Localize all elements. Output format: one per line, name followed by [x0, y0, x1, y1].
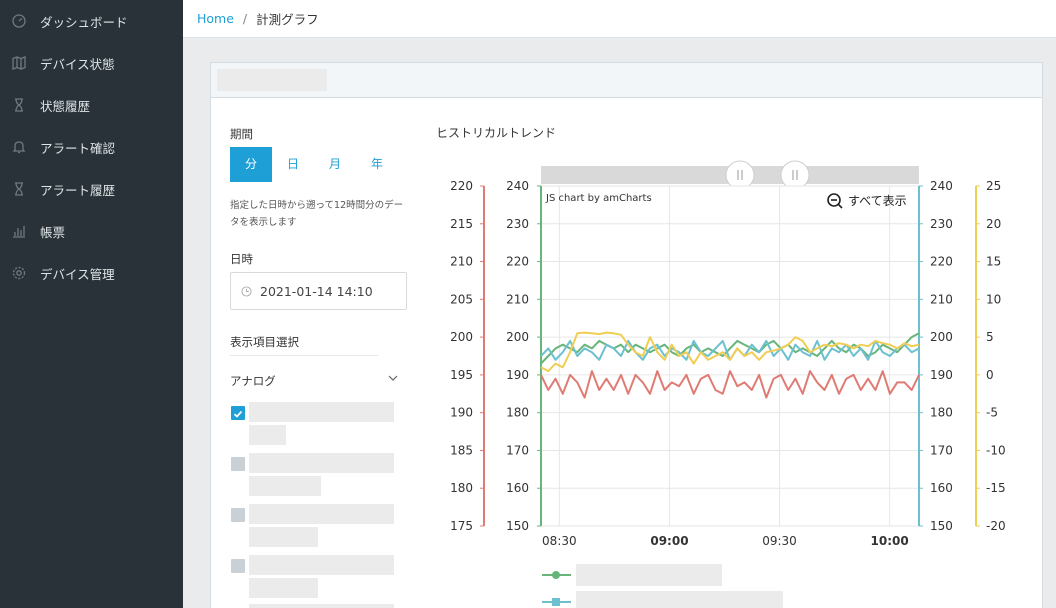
y-tick-label: 10 — [986, 292, 1001, 306]
y-tick-label: 150 — [506, 519, 529, 533]
y-tick-label: 160 — [506, 481, 529, 495]
y-tick-label: 190 — [506, 368, 529, 382]
y-tick-label: 0 — [986, 368, 994, 382]
x-tick-label: 08:30 — [542, 534, 577, 548]
y-tick-label: 220 — [450, 179, 473, 193]
zoom-out-label: すべて表示 — [848, 194, 907, 208]
scrollbar-grip — [725, 160, 755, 190]
y-tick-label: 185 — [450, 443, 473, 457]
legend-marker — [552, 571, 560, 579]
y-tick-label: -5 — [986, 406, 998, 420]
y-tick-label: 180 — [506, 406, 529, 420]
scrollbar-grip — [780, 160, 810, 190]
y-tick-label: 205 — [450, 292, 473, 306]
y-tick-label: 210 — [506, 292, 529, 306]
y-tick-label: 215 — [450, 217, 473, 231]
y-tick-label: 25 — [986, 179, 1001, 193]
y-tick-label: 200 — [930, 330, 953, 344]
y-axis-red: 175 180 185 190 195 200 205 210 215 220 — [450, 179, 485, 533]
y-tick-label: 200 — [450, 330, 473, 344]
chart-credit: JS chart by amCharts — [545, 193, 652, 204]
y-axis-teal: 150 160 170 180 190 200 210 220 230 240 — [918, 179, 953, 533]
y-tick-label: -15 — [986, 481, 1006, 495]
legend-label-placeholder — [576, 591, 783, 608]
y-tick-label: 210 — [930, 292, 953, 306]
y-tick-label: 170 — [506, 443, 529, 457]
y-tick-label: 170 — [930, 443, 953, 457]
y-tick-label: 160 — [930, 481, 953, 495]
x-tick-label: 09:30 — [762, 534, 797, 548]
plot-area — [540, 185, 920, 527]
y-tick-label: 5 — [986, 330, 994, 344]
y-tick-label: 240 — [930, 179, 953, 193]
y-tick-label: 220 — [930, 255, 953, 269]
y-tick-label: 195 — [450, 368, 473, 382]
y-axis-green: 150 160 170 180 190 200 210 220 230 240 — [506, 179, 542, 533]
y-tick-label: 150 — [930, 519, 953, 533]
y-tick-label: 175 — [450, 519, 473, 533]
trend-chart: 1751801851901952002052102152201501601701… — [450, 160, 1006, 608]
y-tick-label: 220 — [506, 255, 529, 269]
y-tick-label: 180 — [930, 406, 953, 420]
y-tick-label: 200 — [506, 330, 529, 344]
x-tick-label: 09:00 — [650, 534, 688, 548]
legend-marker — [552, 598, 560, 606]
y-axis-yellow: -20 -15 -10 -5 0 5 10 15 20 25 — [975, 179, 1006, 533]
y-tick-label: 180 — [450, 481, 473, 495]
y-tick-label: 190 — [930, 368, 953, 382]
y-tick-label: 15 — [986, 255, 1001, 269]
y-tick-label: 230 — [930, 217, 953, 231]
y-tick-label: 190 — [450, 406, 473, 420]
y-tick-label: -20 — [986, 519, 1006, 533]
y-tick-label: 210 — [450, 255, 473, 269]
legend-label-placeholder — [576, 564, 722, 586]
y-tick-label: 230 — [506, 217, 529, 231]
y-tick-label: 240 — [506, 179, 529, 193]
x-tick-label: 10:00 — [871, 534, 909, 548]
y-tick-label: -10 — [986, 443, 1006, 457]
y-tick-label: 20 — [986, 217, 1001, 231]
